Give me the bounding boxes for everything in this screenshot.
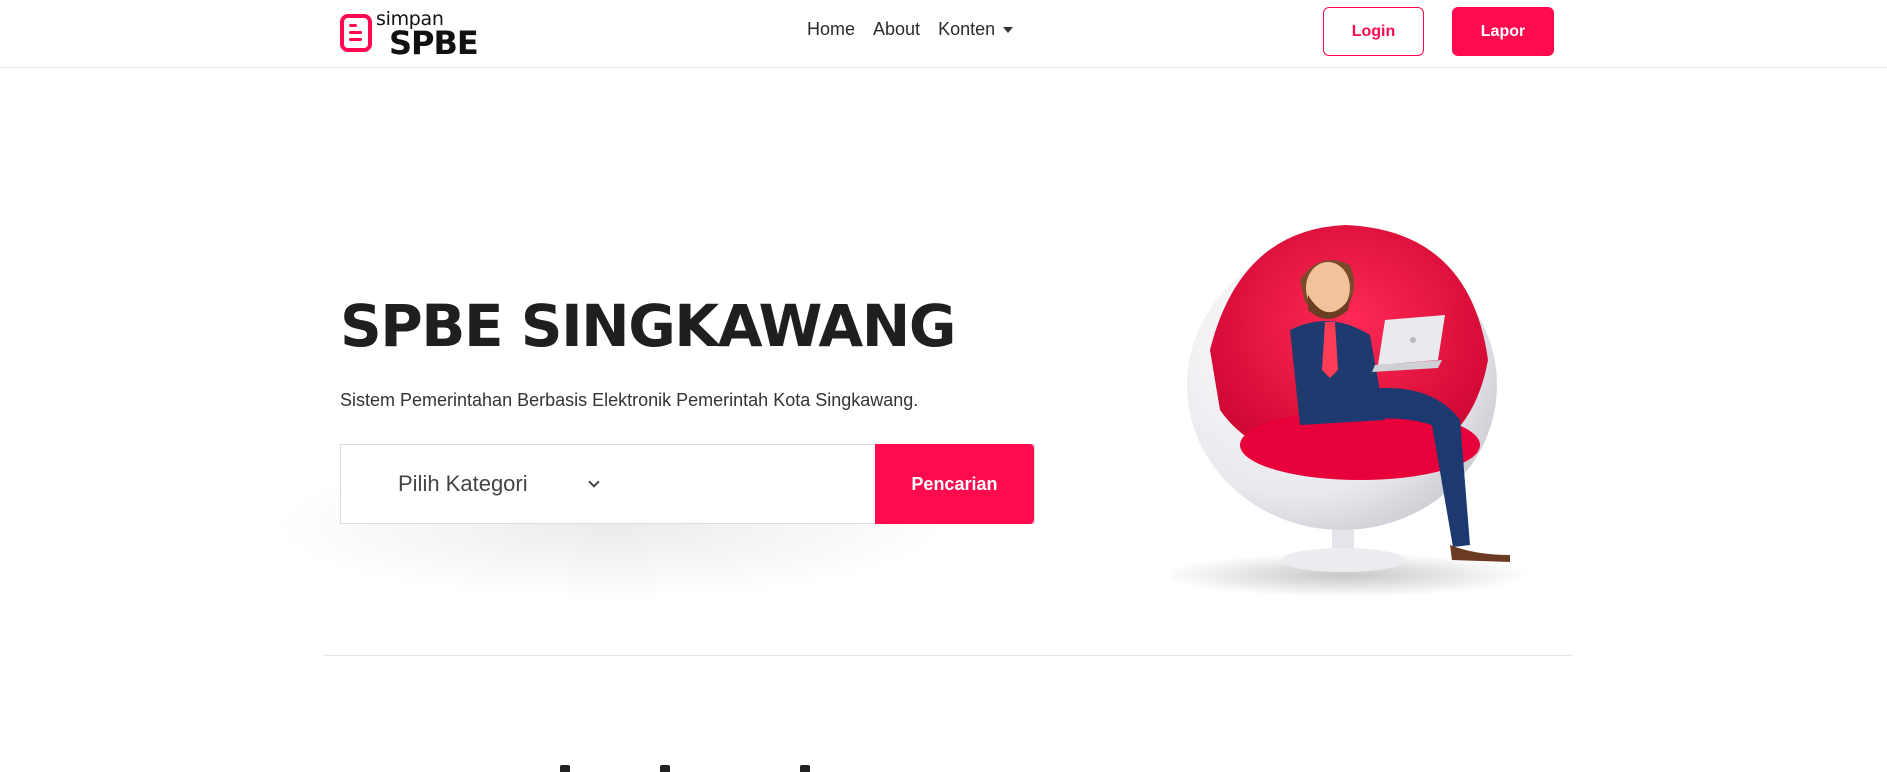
hero-title: SPBE SINGKAWANG [340,292,956,360]
lapor-button[interactable]: Lapor [1452,7,1554,56]
category-select-value: Pilih Kategori [398,471,528,496]
nav-about-link[interactable]: About [873,19,920,40]
search-button[interactable]: Pencarian [874,444,1034,524]
next-section-heading-peek [560,755,820,772]
hero-subtitle: Sistem Pemerintahan Berbasis Elektronik … [340,390,919,410]
nav-menu: Home About Konten [807,19,1014,40]
logo-big-text: SPBE [389,24,479,62]
nav-konten-dropdown[interactable]: Konten [938,19,1014,40]
search-input[interactable] [607,445,875,523]
category-select[interactable]: Pilih Kategori [341,445,608,523]
top-navbar: simpan SPBE Home About Konten Login Lapo… [0,0,1887,68]
document-icon [340,14,372,52]
nav-konten-label: Konten [938,19,996,39]
nav-home-link[interactable]: Home [807,19,855,40]
search-form: Pilih Kategori Pencarian [340,444,1035,524]
hero-illustration [1170,225,1530,597]
login-button[interactable]: Login [1323,7,1424,56]
brand-logo[interactable]: simpan SPBE [340,8,480,62]
chevron-down-icon [588,476,600,488]
caret-down-icon [1003,26,1014,33]
section-divider [323,655,1573,656]
